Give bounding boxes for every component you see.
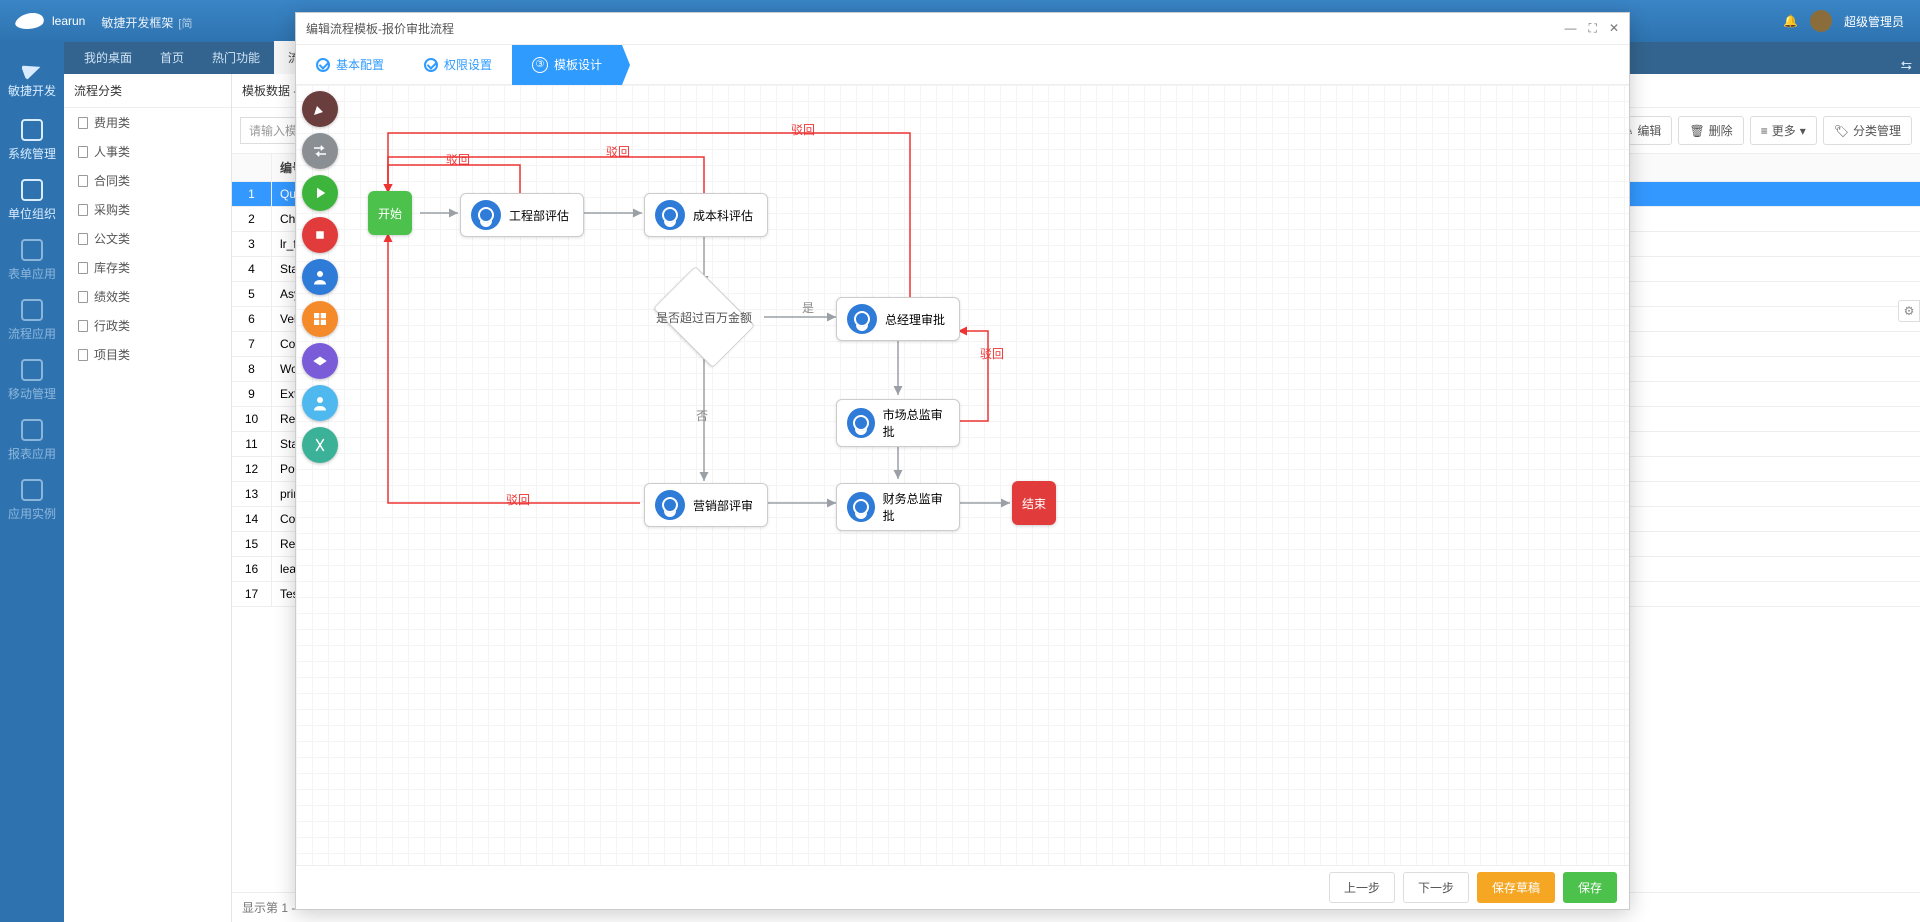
palette-start[interactable] — [302, 175, 338, 211]
palette-gateway[interactable] — [302, 301, 338, 337]
user-icon — [847, 492, 875, 522]
check-icon — [424, 58, 438, 72]
flow-canvas[interactable]: 开始 工程部评估 成本科评估 是否超过百万金额 总经理审批 市场总监审批 营销部… — [296, 85, 1629, 865]
user-icon — [655, 200, 685, 230]
step-basic[interactable]: 基本配置 — [296, 45, 404, 85]
node-palette — [302, 91, 338, 463]
palette-subprocess[interactable] — [302, 343, 338, 379]
node-finance[interactable]: 财务总监审批 — [836, 483, 960, 531]
flow-editor-modal: 编辑流程模板-报价审批流程 — ⛶ ✕ 基本配置 权限设置 ③模板设计 — [295, 12, 1630, 910]
step-permission[interactable]: 权限设置 — [404, 45, 512, 85]
user-icon — [471, 200, 501, 230]
prev-button[interactable]: 上一步 — [1329, 872, 1395, 903]
label-reject: 驳回 — [980, 345, 1004, 362]
palette-transition[interactable] — [302, 133, 338, 169]
node-engineering[interactable]: 工程部评估 — [460, 193, 584, 237]
step-num: ③ — [532, 57, 548, 73]
node-market[interactable]: 市场总监审批 — [836, 399, 960, 447]
wizard-steps: 基本配置 权限设置 ③模板设计 — [296, 45, 1629, 85]
minimize-icon[interactable]: — — [1565, 21, 1577, 36]
label-no: 否 — [696, 407, 708, 424]
close-icon[interactable]: ✕ — [1609, 21, 1619, 36]
node-decision[interactable]: 是否超过百万金额 — [644, 287, 764, 347]
user-icon — [847, 304, 877, 334]
save-button[interactable]: 保存 — [1563, 872, 1617, 903]
label-reject: 驳回 — [791, 121, 815, 138]
label-reject: 驳回 — [606, 143, 630, 160]
step-design[interactable]: ③模板设计 — [512, 45, 622, 85]
check-icon — [316, 58, 330, 72]
label-reject: 驳回 — [506, 491, 530, 508]
label-reject: 驳回 — [446, 151, 470, 168]
node-start[interactable]: 开始 — [368, 191, 412, 235]
palette-pointer[interactable] — [302, 91, 338, 127]
label-yes: 是 — [802, 299, 814, 316]
save-draft-button[interactable]: 保存草稿 — [1477, 872, 1555, 903]
modal-title: 编辑流程模板-报价审批流程 — [306, 20, 454, 37]
palette-user-task[interactable] — [302, 259, 338, 295]
node-cost[interactable]: 成本科评估 — [644, 193, 768, 237]
palette-end[interactable] — [302, 217, 338, 253]
modal-footer: 上一步 下一步 保存草稿 保存 — [296, 865, 1629, 909]
node-end[interactable]: 结束 — [1012, 481, 1056, 525]
palette-role[interactable] — [302, 385, 338, 421]
next-button[interactable]: 下一步 — [1403, 872, 1469, 903]
modal-header: 编辑流程模板-报价审批流程 — ⛶ ✕ — [296, 13, 1629, 45]
user-icon — [847, 408, 875, 438]
maximize-icon[interactable]: ⛶ — [1589, 21, 1597, 36]
node-gm[interactable]: 总经理审批 — [836, 297, 960, 341]
palette-branch[interactable] — [302, 427, 338, 463]
node-marketing[interactable]: 营销部评审 — [644, 483, 768, 527]
user-icon — [655, 490, 685, 520]
